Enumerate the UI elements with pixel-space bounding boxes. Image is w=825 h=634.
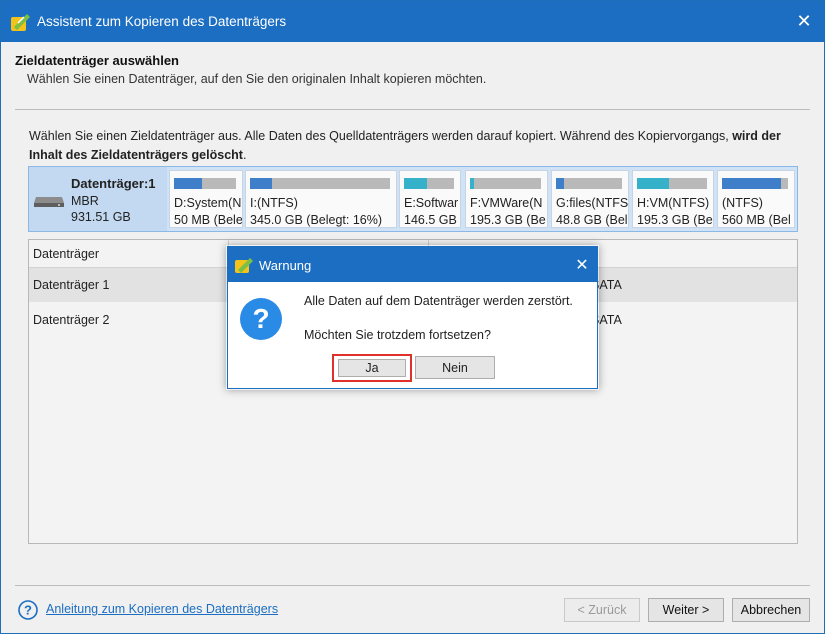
partition-detail: 195.3 GB (Bel bbox=[637, 213, 714, 227]
dialog-close-icon[interactable]: ✕ bbox=[567, 247, 597, 282]
instruction-end: . bbox=[242, 148, 247, 162]
dialog-title: Warnung bbox=[259, 258, 312, 273]
partition-block[interactable]: G:files(NTFS 48.8 GB (Bel bbox=[551, 170, 629, 228]
partition-detail: 195.3 GB (Be bbox=[470, 213, 546, 227]
yes-button-highlight: Ja bbox=[332, 354, 412, 382]
header-divider bbox=[15, 109, 810, 110]
yes-button[interactable]: Ja bbox=[338, 359, 406, 377]
partition-label: F:VMWare(N bbox=[470, 196, 543, 210]
dialog-message-warning: Alle Daten auf dem Datenträger werden ze… bbox=[304, 294, 573, 308]
partition-block[interactable]: H:VM(NTFS) 195.3 GB (Bel bbox=[632, 170, 714, 228]
partition-block[interactable]: I:(NTFS) 345.0 GB (Belegt: 16%) bbox=[245, 170, 397, 228]
no-button[interactable]: Nein bbox=[415, 356, 495, 379]
partition-detail: 560 MB (Bel bbox=[722, 213, 791, 227]
partition-usage-bar bbox=[404, 178, 454, 189]
footer-divider bbox=[15, 585, 810, 586]
back-button[interactable]: < Zurück bbox=[564, 598, 640, 622]
disk-name: Datenträger:1 bbox=[71, 176, 156, 191]
instruction-normal: Wählen Sie einen Zieldatenträger aus. Al… bbox=[29, 129, 733, 143]
app-logo-icon bbox=[235, 258, 253, 273]
partition-usage-bar bbox=[722, 178, 788, 189]
svg-text:?: ? bbox=[24, 603, 32, 618]
partition-label: D:System(N bbox=[174, 196, 242, 210]
partition-label: E:Softwar bbox=[404, 196, 459, 210]
partition-label: G:files(NTFS bbox=[556, 196, 629, 210]
app-logo-icon bbox=[11, 14, 30, 31]
partition-detail: 146.5 GB bbox=[404, 213, 457, 227]
disk-type: MBR bbox=[71, 194, 99, 208]
disk-info[interactable]: Datenträger:1 MBR 931.51 GB bbox=[29, 167, 167, 231]
question-icon: ? bbox=[240, 298, 282, 340]
help-icon[interactable]: ? bbox=[18, 600, 38, 620]
partition-label: I:(NTFS) bbox=[250, 196, 298, 210]
instruction-text: Wählen Sie einen Zieldatenträger aus. Al… bbox=[29, 127, 809, 165]
window-title: Assistent zum Kopieren des Datenträgers bbox=[37, 14, 287, 29]
help-link[interactable]: Anleitung zum Kopieren des Datenträgers bbox=[46, 602, 278, 616]
window-titlebar: Assistent zum Kopieren des Datenträgers … bbox=[1, 1, 824, 42]
hard-drive-icon bbox=[34, 197, 64, 207]
page-title: Zieldatenträger auswählen bbox=[15, 53, 179, 68]
partition-block[interactable]: F:VMWare(N 195.3 GB (Be bbox=[465, 170, 548, 228]
partition-label: (NTFS) bbox=[722, 196, 763, 210]
partition-label: H:VM(NTFS) bbox=[637, 196, 710, 210]
disk-map[interactable]: Datenträger:1 MBR 931.51 GB D:System(N 5… bbox=[28, 166, 798, 232]
disk-row-name: Datenträger 1 bbox=[33, 278, 110, 292]
partition-block[interactable]: (NTFS) 560 MB (Bel bbox=[717, 170, 795, 228]
disk-row-name: Datenträger 2 bbox=[33, 313, 110, 327]
column-header-disk[interactable]: Datenträger bbox=[33, 247, 99, 261]
wizard-header: Zieldatenträger auswählen Wählen Sie ein… bbox=[15, 53, 486, 86]
partition-block[interactable]: E:Softwar 146.5 GB bbox=[399, 170, 461, 228]
dialog-titlebar: Warnung ✕ bbox=[228, 247, 597, 282]
partition-block[interactable]: D:System(N 50 MB (Bele bbox=[169, 170, 243, 228]
next-button[interactable]: Weiter > bbox=[648, 598, 724, 622]
partition-usage-bar bbox=[637, 178, 707, 189]
partition-usage-bar bbox=[174, 178, 236, 189]
partition-usage-bar bbox=[470, 178, 541, 189]
svg-text:?: ? bbox=[252, 303, 269, 334]
page-subtitle: Wählen Sie einen Datenträger, auf den Si… bbox=[27, 72, 487, 86]
dialog-message-question: Möchten Sie trotzdem fortsetzen? bbox=[304, 328, 491, 342]
partition-detail: 48.8 GB (Bel bbox=[556, 213, 628, 227]
partition-usage-bar bbox=[556, 178, 622, 189]
partition-detail: 50 MB (Bele bbox=[174, 213, 243, 227]
cancel-button[interactable]: Abbrechen bbox=[732, 598, 810, 622]
warning-dialog: Warnung ✕ ? Alle Daten auf dem Datenträg… bbox=[227, 246, 598, 389]
disk-size: 931.51 GB bbox=[71, 210, 131, 224]
window-close-icon[interactable]: ✕ bbox=[784, 1, 824, 42]
partition-usage-bar bbox=[250, 178, 390, 189]
partition-detail: 345.0 GB (Belegt: 16%) bbox=[250, 213, 383, 227]
